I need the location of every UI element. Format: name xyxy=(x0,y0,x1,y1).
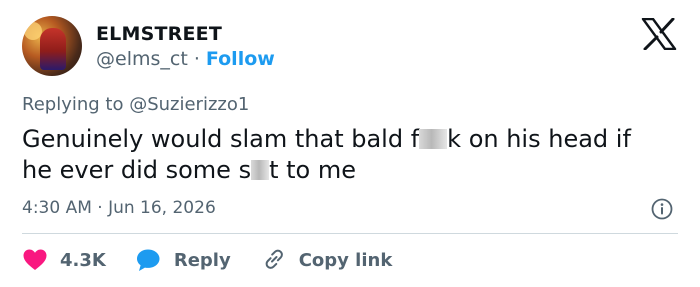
author-handle-row: @elms_ct · Follow xyxy=(96,48,275,70)
author-handle[interactable]: @elms_ct xyxy=(96,48,188,70)
tweet-text-line1-start: Genuinely would slam that bald f xyxy=(22,125,420,153)
tweet-text-line2-end: t to me xyxy=(269,156,356,184)
tweet-text: Genuinely would slam that bald f k on his… xyxy=(22,124,682,186)
info-icon[interactable] xyxy=(651,198,673,220)
tweet-card: ELMSTREET @elms_ct · Follow Replying to … xyxy=(0,0,700,287)
avatar[interactable] xyxy=(22,16,82,76)
like-count: 4.3K xyxy=(60,249,106,271)
x-logo-icon[interactable] xyxy=(641,18,677,50)
avatar-figure xyxy=(40,28,66,70)
like-button[interactable]: 4.3K xyxy=(22,248,106,272)
author-display-name[interactable]: ELMSTREET xyxy=(96,23,222,45)
copy-link-label: Copy link xyxy=(298,249,393,271)
tweet-text-line2-start: he ever did some s xyxy=(22,156,252,184)
replying-to[interactable]: Replying to @Suzierizzo1 xyxy=(22,94,249,115)
follow-button[interactable]: Follow xyxy=(206,48,275,70)
tweet-timestamp[interactable]: 4:30 AM · Jun 16, 2026 xyxy=(22,198,216,218)
censor-blur xyxy=(251,160,270,180)
heart-icon xyxy=(23,249,47,270)
speech-bubble-icon xyxy=(136,249,160,271)
censor-blur xyxy=(419,129,448,149)
link-icon xyxy=(265,249,283,269)
divider xyxy=(22,233,678,234)
tweet-text-line1-end: k on his head if xyxy=(447,125,631,153)
copy-link-button[interactable]: Copy link xyxy=(261,248,393,272)
reply-button[interactable]: Reply xyxy=(136,248,231,272)
separator-dot: · xyxy=(193,48,200,70)
reply-label: Reply xyxy=(173,249,231,271)
action-bar: 4.3K Reply Copy link xyxy=(22,246,422,274)
